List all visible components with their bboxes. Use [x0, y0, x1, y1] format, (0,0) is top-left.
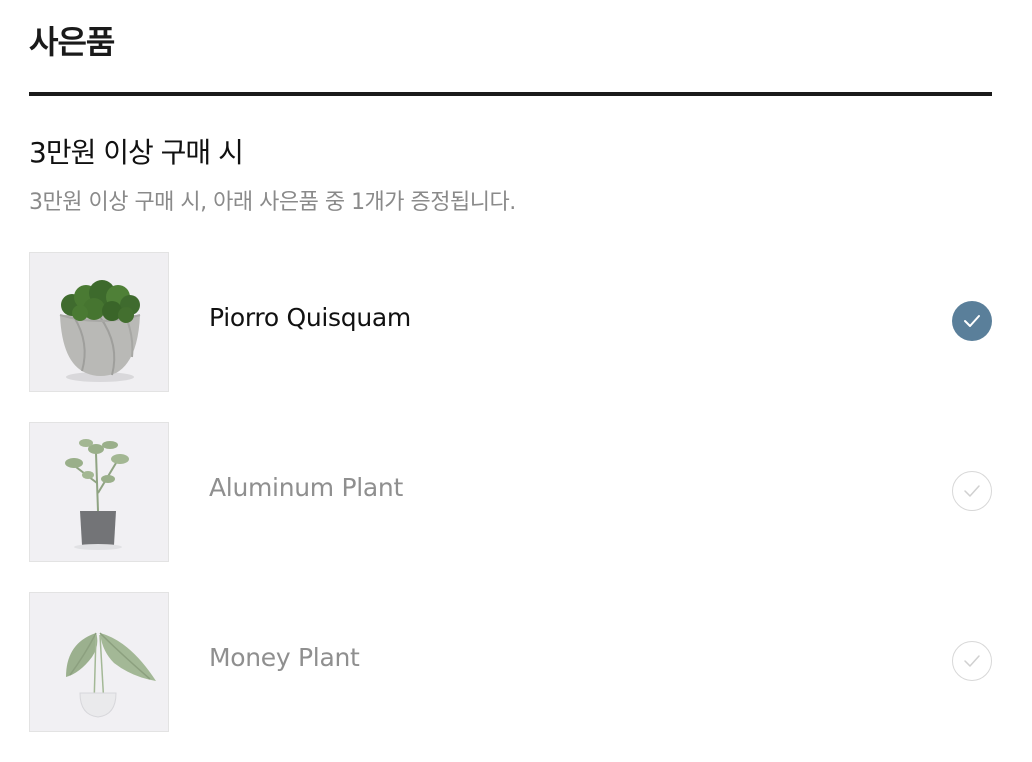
gift-name: Piorro Quisquam [209, 303, 411, 332]
gift-image-money-plant [29, 592, 169, 732]
moss-pot-icon [30, 253, 168, 391]
selected-check-icon[interactable] [952, 301, 992, 341]
potted-plant-icon [30, 423, 168, 561]
section-description: 3만원 이상 구매 시, 아래 사은품 중 1개가 증정됩니다. [29, 190, 516, 215]
page-title: 사은품 [29, 23, 115, 61]
gift-list: Piorro Quisquam Aluminum Plant Money Pla… [29, 252, 992, 762]
gift-name: Aluminum Plant [209, 473, 403, 502]
leaf-vase-icon [30, 593, 168, 731]
title-divider [29, 92, 992, 96]
section-title: 3만원 이상 구매 시 [29, 136, 244, 169]
gift-image-piorro-quisquam [29, 252, 169, 392]
unselected-check-icon[interactable] [952, 641, 992, 681]
unselected-check-icon[interactable] [952, 471, 992, 511]
gift-option-money-plant[interactable]: Money Plant [29, 592, 992, 732]
gift-option-aluminum-plant[interactable]: Aluminum Plant [29, 422, 992, 562]
gift-name: Money Plant [209, 643, 360, 672]
gift-image-aluminum-plant [29, 422, 169, 562]
gift-option-piorro-quisquam[interactable]: Piorro Quisquam [29, 252, 992, 392]
gift-page: 사은품 3만원 이상 구매 시 3만원 이상 구매 시, 아래 사은품 중 1개… [0, 0, 1032, 758]
